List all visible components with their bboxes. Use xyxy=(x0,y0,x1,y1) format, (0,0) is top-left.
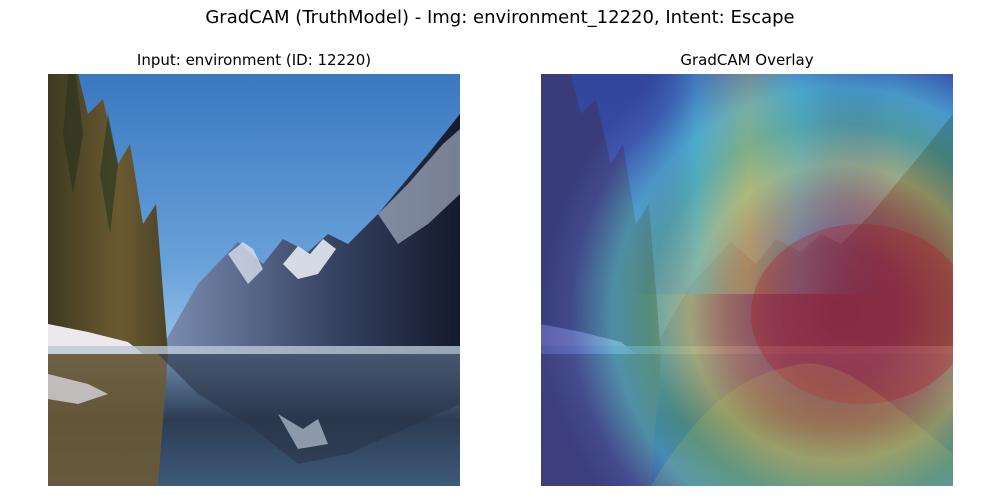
gradcam-overlay-svg xyxy=(541,74,953,486)
gradcam-overlay-image xyxy=(541,74,953,486)
input-image-svg xyxy=(48,74,460,486)
input-panel-title: Input: environment (ID: 12220) xyxy=(136,51,372,69)
figure-title: GradCAM (TruthModel) - Img: environment_… xyxy=(205,7,795,28)
overlay-panel-title: GradCAM Overlay xyxy=(680,51,814,69)
input-image xyxy=(48,74,460,486)
